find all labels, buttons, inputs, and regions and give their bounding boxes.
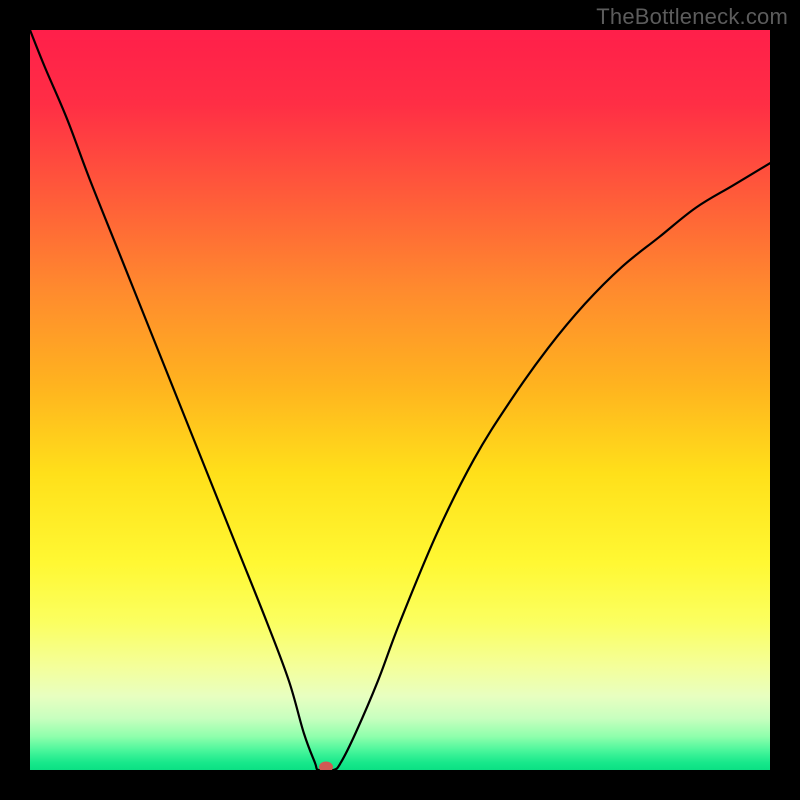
gradient-background (30, 30, 770, 770)
watermark-text: TheBottleneck.com (596, 4, 788, 30)
bottleneck-chart (30, 30, 770, 770)
plot-area (30, 30, 770, 770)
chart-stage: TheBottleneck.com (0, 0, 800, 800)
